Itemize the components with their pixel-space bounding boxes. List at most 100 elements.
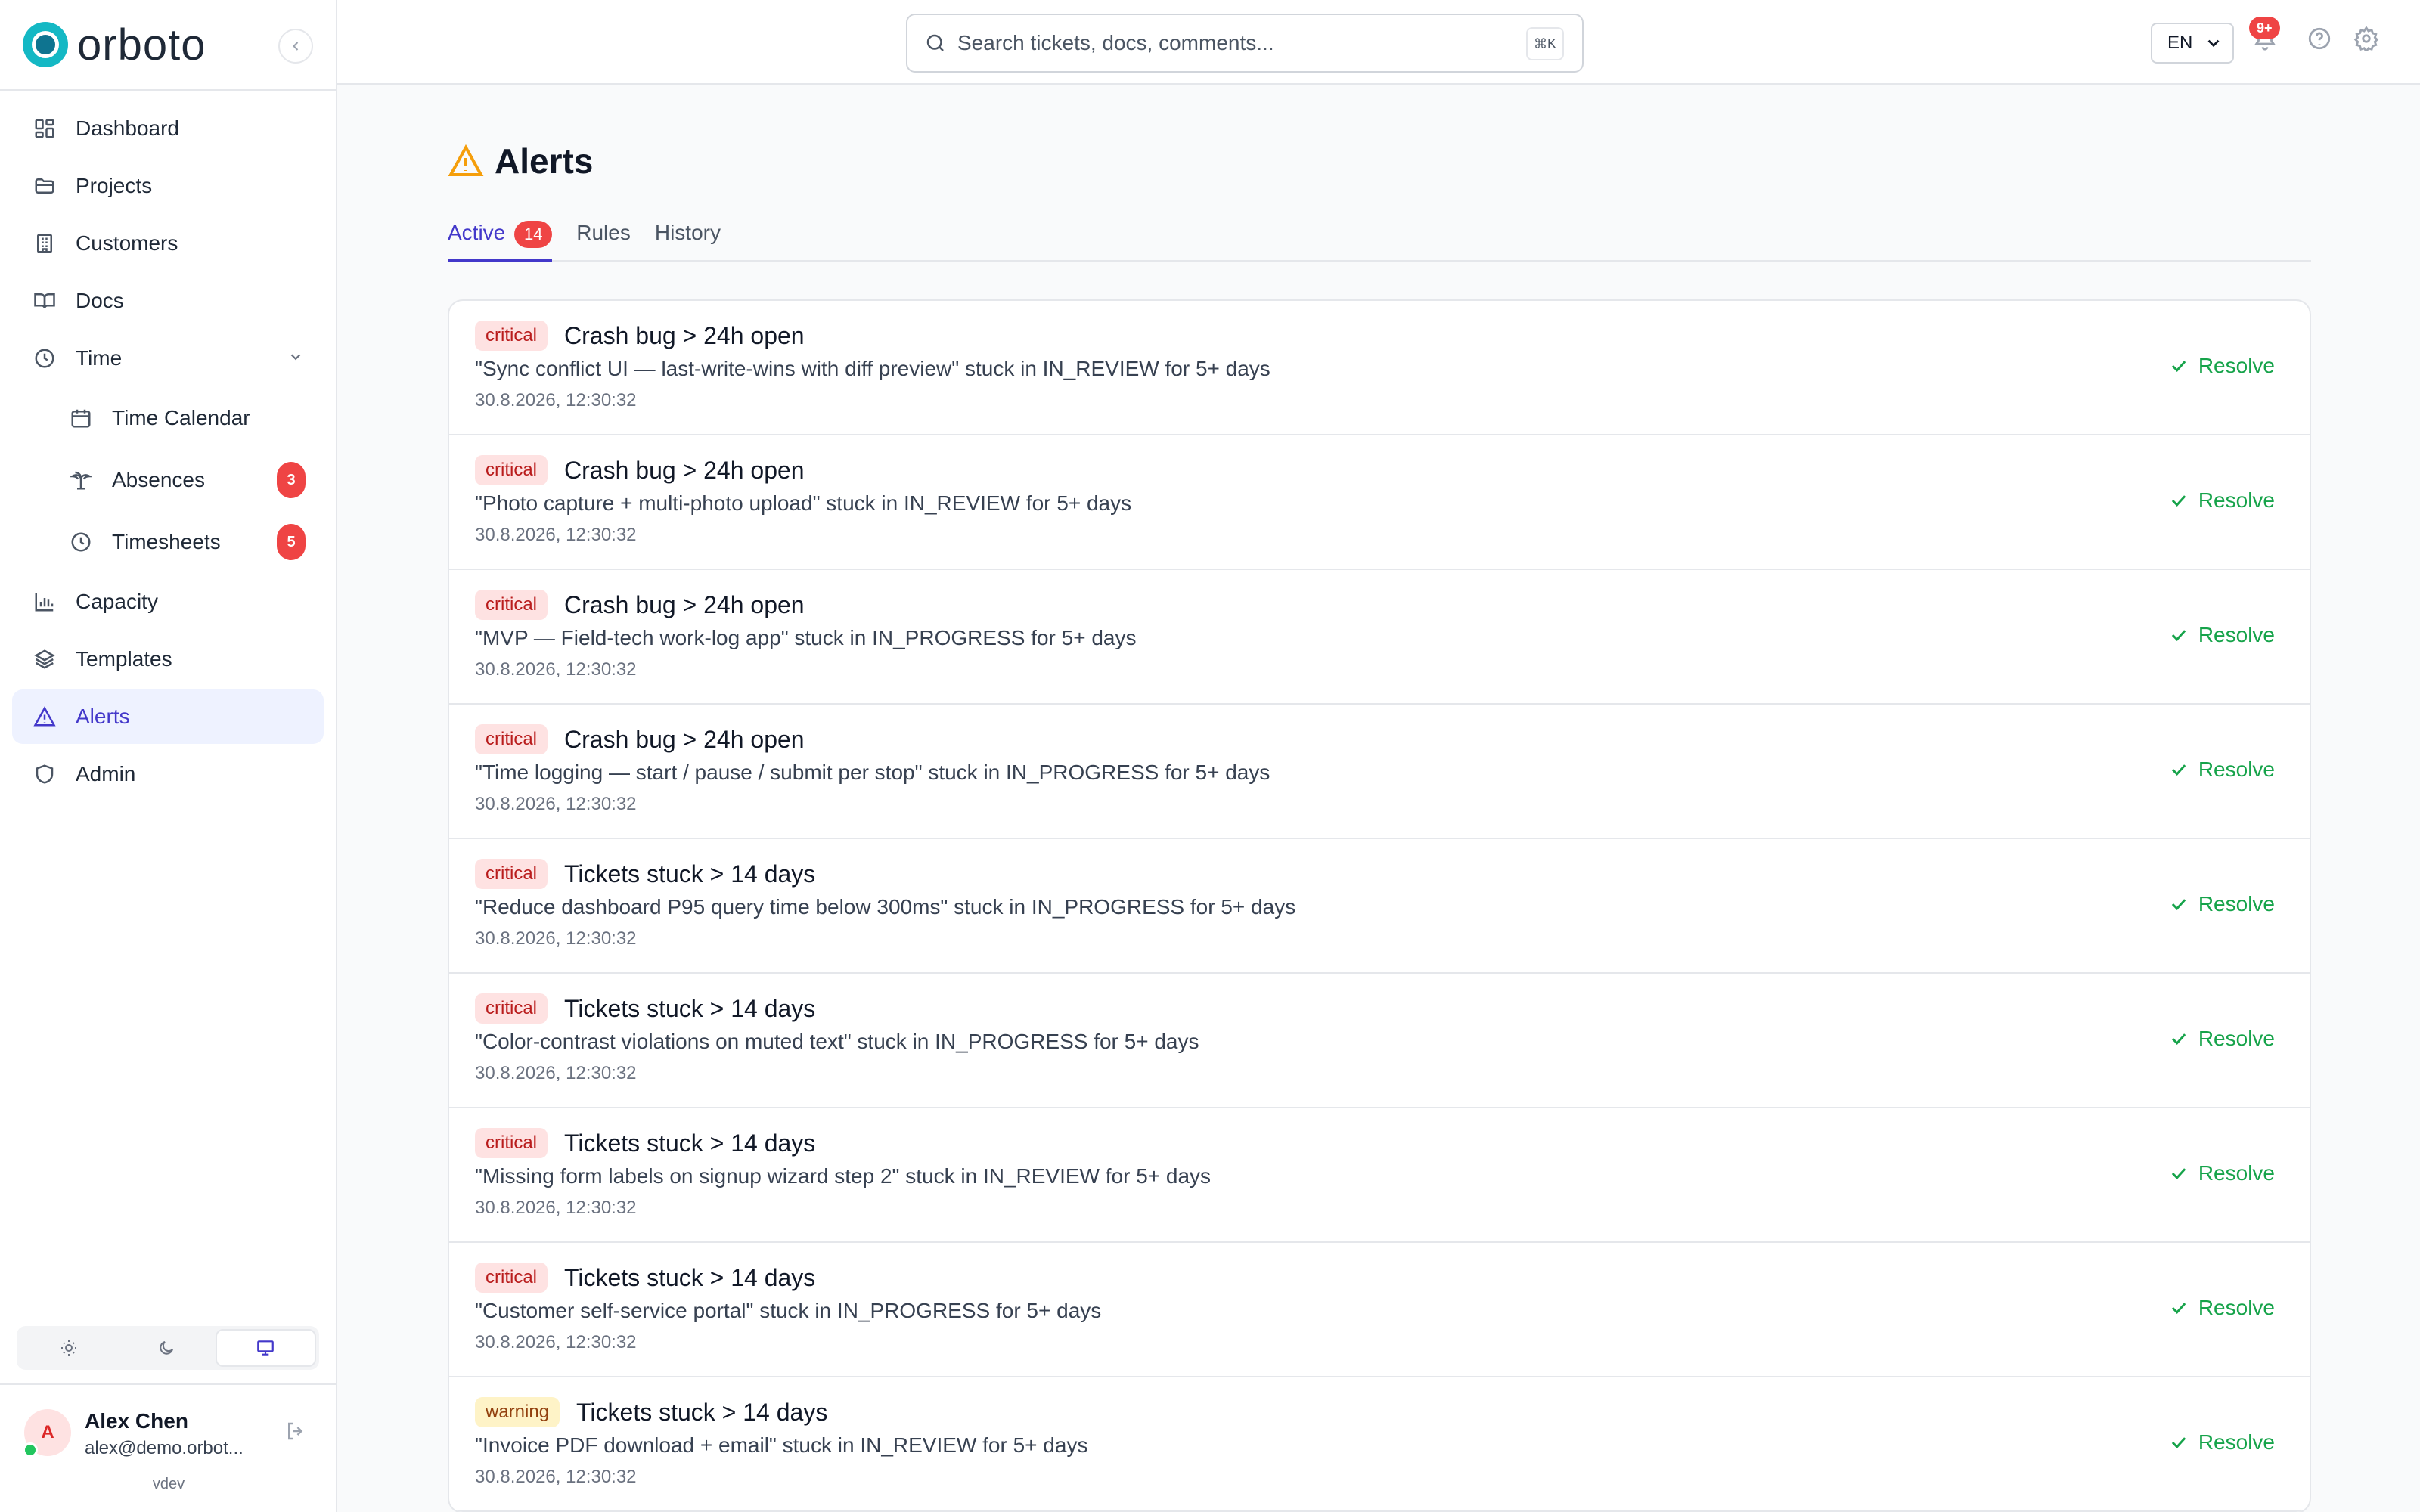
list-item: critical Crash bug > 24h open "MVP — Fiel… <box>449 570 2310 705</box>
main-content: Alerts Active 14 Rules History critical C… <box>448 85 2311 1512</box>
sidebar-item-templates[interactable]: Templates <box>12 632 324 686</box>
resolve-button[interactable]: Resolve <box>2168 892 2275 916</box>
user-name: Alex Chen <box>85 1409 188 1433</box>
sidebar-item-absences[interactable]: Absences 3 <box>12 451 324 510</box>
tab-label: History <box>654 221 721 244</box>
settings-button[interactable] <box>2353 26 2379 51</box>
resolve-button[interactable]: Resolve <box>2168 354 2275 378</box>
alert-timestamp: 30.8.2026, 12:30:32 <box>475 525 637 545</box>
resolve-button[interactable]: Resolve <box>2168 1430 2275 1455</box>
online-status-dot <box>23 1442 38 1458</box>
sidebar-item-label: Templates <box>76 647 172 671</box>
resolve-label: Resolve <box>2198 1430 2275 1454</box>
topbar: ⌘K EN 9+ <box>337 0 2420 85</box>
sidebar-item-projects[interactable]: Projects <box>12 159 324 213</box>
sidebar-item-admin[interactable]: Admin <box>12 747 324 801</box>
sidebar-item-alerts[interactable]: Alerts <box>12 689 324 744</box>
collapse-sidebar-button[interactable] <box>278 29 313 64</box>
resolve-label: Resolve <box>2198 758 2275 781</box>
theme-light-button[interactable] <box>20 1329 117 1367</box>
alert-timestamp: 30.8.2026, 12:30:32 <box>475 928 637 949</box>
check-icon <box>2168 1028 2189 1049</box>
severity-badge: warning <box>475 1397 560 1427</box>
resolve-label: Resolve <box>2198 488 2275 512</box>
brand: orboto <box>0 0 336 91</box>
layers-icon <box>32 646 57 672</box>
check-icon <box>2168 1297 2189 1318</box>
tab-label: Active <box>448 221 506 244</box>
page-header: Alerts <box>448 141 2311 181</box>
tab-history[interactable]: History <box>655 221 721 262</box>
chevron-down-icon <box>287 346 304 370</box>
tab-rules[interactable]: Rules <box>576 221 631 262</box>
alert-description: "Sync conflict UI — last-write-wins with… <box>475 357 1270 380</box>
alert-timestamp: 30.8.2026, 12:30:32 <box>475 390 637 411</box>
warning-icon <box>32 704 57 730</box>
resolve-label: Resolve <box>2198 892 2275 916</box>
resolve-button[interactable]: Resolve <box>2168 623 2275 647</box>
calendar-icon <box>68 405 94 431</box>
severity-badge: critical <box>475 1263 548 1293</box>
absences-count-badge: 3 <box>277 462 306 498</box>
alert-timestamp: 30.8.2026, 12:30:32 <box>475 1467 637 1487</box>
active-count-badge: 14 <box>514 221 553 248</box>
alert-description: "Invoice PDF download + email" stuck in … <box>475 1433 1088 1457</box>
theme-system-button[interactable] <box>215 1329 316 1367</box>
page-title: Alerts <box>495 141 594 181</box>
resolve-label: Resolve <box>2198 623 2275 646</box>
sidebar-item-label: Docs <box>76 289 124 312</box>
sidebar-item-timesheets[interactable]: Timesheets 5 <box>12 513 324 572</box>
chevron-left-icon <box>293 42 299 51</box>
sidebar-item-time[interactable]: Time <box>12 331 324 386</box>
list-item: critical Tickets stuck > 14 days "Custome… <box>449 1243 2310 1377</box>
tab-active[interactable]: Active 14 <box>448 221 553 262</box>
sidebar-item-docs[interactable]: Docs <box>12 274 324 328</box>
sidebar-item-capacity[interactable]: Capacity <box>12 575 324 629</box>
sidebar-item-customers[interactable]: Customers <box>12 216 324 271</box>
resolve-button[interactable]: Resolve <box>2168 758 2275 782</box>
alert-description: "Missing form labels on signup wizard st… <box>475 1164 1212 1188</box>
resolve-button[interactable]: Resolve <box>2168 1027 2275 1051</box>
sidebar-item-label: Absences <box>112 468 205 491</box>
notifications-badge: 9+ <box>2249 17 2280 39</box>
sidebar-item-dashboard[interactable]: Dashboard <box>12 101 324 156</box>
alert-description: "Photo capture + multi-photo upload" stu… <box>475 491 1132 515</box>
sidebar-item-label: Time Calendar <box>112 406 250 429</box>
resolve-button[interactable]: Resolve <box>2168 1161 2275 1185</box>
logout-button[interactable] <box>284 1420 307 1446</box>
language-select[interactable]: EN <box>2151 23 2234 64</box>
alerts-list: critical Crash bug > 24h open "Sync confl… <box>448 299 2311 1512</box>
check-icon <box>2168 355 2189 376</box>
sidebar-item-time-calendar[interactable]: Time Calendar <box>12 389 324 448</box>
language-value: EN <box>2167 33 2193 53</box>
alerts-tabs: Active 14 Rules History <box>448 221 2311 262</box>
alert-title: Tickets stuck > 14 days <box>564 994 816 1022</box>
theme-dark-button[interactable] <box>117 1329 215 1367</box>
brand-name: orboto <box>77 20 206 70</box>
sidebar-item-label: Projects <box>76 174 153 197</box>
tab-label: Rules <box>576 221 631 244</box>
palm-tree-icon <box>68 467 94 493</box>
list-item: critical Tickets stuck > 14 days "Missing… <box>449 1108 2310 1243</box>
search-box: ⌘K <box>906 14 1584 73</box>
clock-icon <box>32 345 57 371</box>
help-button[interactable] <box>2307 26 2332 51</box>
sidebar-nav: Dashboard Projects Customers Docs Time T… <box>0 91 336 815</box>
alert-description: "Reduce dashboard P95 query time below 3… <box>475 895 1296 919</box>
list-item: critical Crash bug > 24h open "Sync confl… <box>449 301 2310 435</box>
bar-chart-icon <box>32 589 57 615</box>
check-icon <box>2168 490 2189 511</box>
alert-timestamp: 30.8.2026, 12:30:32 <box>475 659 637 680</box>
resolve-button[interactable]: Resolve <box>2168 1296 2275 1320</box>
list-item: warning Tickets stuck > 14 days "Invoice … <box>449 1377 2310 1512</box>
alert-title: Tickets stuck > 14 days <box>564 1263 816 1291</box>
resolve-button[interactable]: Resolve <box>2168 488 2275 513</box>
alert-description: "Customer self-service portal" stuck in … <box>475 1299 1102 1322</box>
check-icon <box>2168 624 2189 646</box>
search-input[interactable] <box>957 31 1502 55</box>
severity-badge: critical <box>475 859 548 889</box>
book-icon <box>32 288 57 314</box>
alert-title: Tickets stuck > 14 days <box>576 1398 828 1426</box>
theme-switcher <box>17 1326 319 1370</box>
alert-description: "MVP — Field-tech work-log app" stuck in… <box>475 626 1137 649</box>
